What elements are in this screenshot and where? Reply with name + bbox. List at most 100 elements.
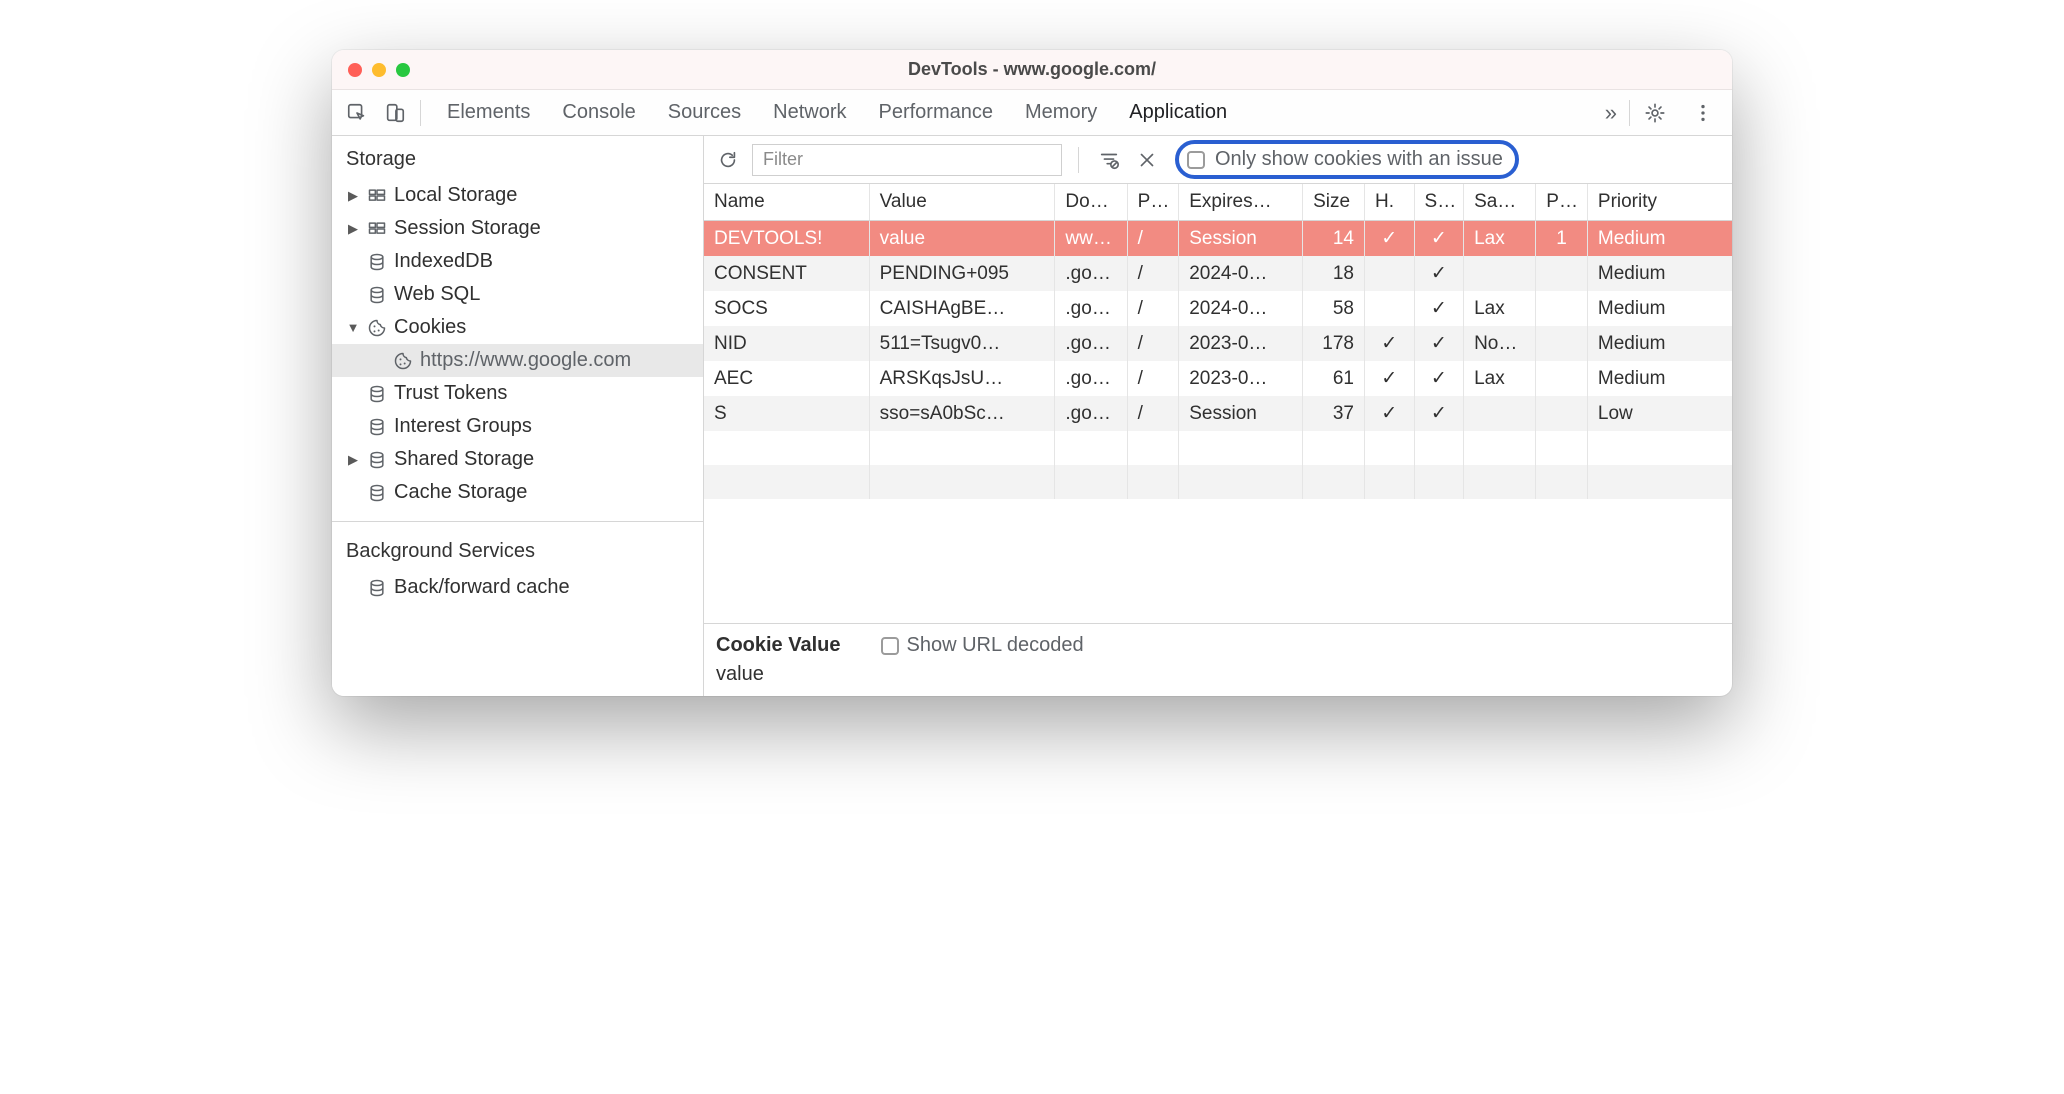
cell-samesite: No… [1464, 326, 1536, 361]
sidebar-item-interest-groups[interactable]: Interest Groups [332, 410, 703, 443]
cell-expires: 2023-0… [1179, 361, 1303, 396]
refresh-icon[interactable] [714, 146, 742, 174]
tab-performance[interactable]: Performance [877, 93, 996, 132]
db-icon [366, 417, 388, 437]
sidebar-item-https-www-google-com[interactable]: https://www.google.com [332, 344, 703, 377]
tab-memory[interactable]: Memory [1023, 93, 1099, 132]
cookies-table-wrap[interactable]: NameValueDo…P…Expires…SizeH.S…Sa…P…Prior… [704, 184, 1732, 623]
chevron-right-icon[interactable]: ▶ [346, 188, 360, 204]
sidebar-item-back-forward-cache[interactable]: Back/forward cache [332, 571, 703, 604]
chevron-right-icon[interactable]: ▶ [346, 221, 360, 237]
sidebar-item-label: Cookies [394, 316, 466, 339]
column-header[interactable]: S… [1414, 184, 1464, 221]
tab-network[interactable]: Network [771, 93, 848, 132]
minimize-window-button[interactable] [372, 63, 386, 77]
table-row[interactable]: SOCSCAISHAgBE….go…/2024-0…58✓LaxMedium [704, 291, 1732, 326]
sidebar: Storage ▶Local Storage▶Session StorageIn… [332, 136, 704, 696]
table-row[interactable]: AECARSKqsJsU….go…/2023-0…61✓✓LaxMedium [704, 361, 1732, 396]
sidebar-item-cache-storage[interactable]: Cache Storage [332, 476, 703, 509]
table-row[interactable]: DEVTOOLS!valueww…/Session14✓✓Lax1Medium [704, 221, 1732, 257]
cell-samesite: Lax [1464, 361, 1536, 396]
sidebar-section-storage: Storage [332, 136, 703, 179]
chevron-right-icon[interactable]: ▶ [346, 452, 360, 468]
table-row-empty [704, 465, 1732, 499]
tab-application[interactable]: Application [1127, 93, 1229, 132]
cell-name: NID [704, 326, 869, 361]
column-header[interactable]: Value [869, 184, 1055, 221]
cell-partition: 1 [1536, 221, 1588, 257]
cell-name: S [704, 396, 869, 431]
more-panels-button[interactable]: » [1599, 100, 1623, 126]
settings-icon[interactable] [1640, 98, 1670, 128]
column-header[interactable]: Priority [1587, 184, 1732, 221]
column-header[interactable]: Expires… [1179, 184, 1303, 221]
titlebar: DevTools - www.google.com/ [332, 50, 1732, 90]
column-header[interactable]: Do… [1055, 184, 1127, 221]
traffic-lights [332, 63, 410, 77]
sidebar-item-indexeddb[interactable]: IndexedDB [332, 245, 703, 278]
sidebar-divider [332, 521, 703, 522]
filter-input[interactable] [752, 144, 1062, 176]
column-header[interactable]: Name [704, 184, 869, 221]
column-header[interactable]: Sa… [1464, 184, 1536, 221]
cookies-panel: Only show cookies with an issue NameValu… [704, 136, 1732, 696]
kebab-menu-icon[interactable] [1688, 98, 1718, 128]
cell-partition [1536, 256, 1588, 291]
tab-sources[interactable]: Sources [666, 93, 743, 132]
cell-priority: Medium [1587, 291, 1732, 326]
tab-elements[interactable]: Elements [445, 93, 532, 132]
cell-value: sso=sA0bSc… [869, 396, 1055, 431]
cell-priority: Medium [1587, 256, 1732, 291]
cell-http: ✓ [1365, 326, 1415, 361]
cell-priority: Low [1587, 396, 1732, 431]
show-url-decoded-toggle[interactable]: Show URL decoded [881, 634, 1084, 657]
cookie-icon [392, 351, 414, 371]
inspect-element-icon[interactable] [342, 98, 372, 128]
sidebar-item-shared-storage[interactable]: ▶Shared Storage [332, 443, 703, 476]
cell-priority: Medium [1587, 326, 1732, 361]
only-show-issues-label: Only show cookies with an issue [1215, 148, 1503, 171]
column-header[interactable]: P… [1127, 184, 1179, 221]
sidebar-item-trust-tokens[interactable]: Trust Tokens [332, 377, 703, 410]
cell-secure: ✓ [1414, 326, 1464, 361]
cell-priority: Medium [1587, 361, 1732, 396]
sidebar-section-bg: Background Services [332, 528, 703, 571]
column-header[interactable]: Size [1303, 184, 1365, 221]
table-row[interactable]: NID511=Tsugv0….go…/2023-0…178✓✓No…Medium [704, 326, 1732, 361]
cell-expires: 2024-0… [1179, 256, 1303, 291]
sidebar-item-web-sql[interactable]: Web SQL [332, 278, 703, 311]
db-icon [366, 578, 388, 598]
show-url-decoded-label: Show URL decoded [907, 634, 1084, 657]
sidebar-item-cookies[interactable]: ▼ Cookies [332, 311, 703, 344]
cell-partition [1536, 326, 1588, 361]
table-row-empty [704, 431, 1732, 465]
cell-expires: 2024-0… [1179, 291, 1303, 326]
table-body: DEVTOOLS!valueww…/Session14✓✓Lax1MediumC… [704, 221, 1732, 500]
cookie-detail: Cookie Value Show URL decoded value [704, 623, 1732, 696]
sidebar-item-local-storage[interactable]: ▶Local Storage [332, 179, 703, 212]
checkbox-icon [1187, 151, 1205, 169]
close-window-button[interactable] [348, 63, 362, 77]
cell-name: SOCS [704, 291, 869, 326]
cell-domain: ww… [1055, 221, 1127, 257]
maximize-window-button[interactable] [396, 63, 410, 77]
cell-samesite [1464, 256, 1536, 291]
chevron-down-icon[interactable]: ▼ [346, 320, 360, 335]
sidebar-item-session-storage[interactable]: ▶Session Storage [332, 212, 703, 245]
clear-filter-icon[interactable] [1095, 146, 1123, 174]
table-row[interactable]: Ssso=sA0bSc….go…/Session37✓✓Low [704, 396, 1732, 431]
cell-samesite: Lax [1464, 221, 1536, 257]
column-header[interactable]: H. [1365, 184, 1415, 221]
column-header[interactable]: P… [1536, 184, 1588, 221]
devtools-window: DevTools - www.google.com/ Elements Conso… [332, 50, 1732, 696]
clear-all-icon[interactable] [1133, 146, 1161, 174]
table-row[interactable]: CONSENTPENDING+095.go…/2024-0…18✓Medium [704, 256, 1732, 291]
cell-expires: 2023-0… [1179, 326, 1303, 361]
cell-secure: ✓ [1414, 291, 1464, 326]
tab-console[interactable]: Console [560, 93, 637, 132]
only-show-issues-toggle[interactable]: Only show cookies with an issue [1175, 140, 1519, 179]
cell-expires: Session [1179, 396, 1303, 431]
device-toolbar-icon[interactable] [380, 98, 410, 128]
main-toolbar: Elements Console Sources Network Performance… [332, 90, 1732, 136]
cell-name: AEC [704, 361, 869, 396]
